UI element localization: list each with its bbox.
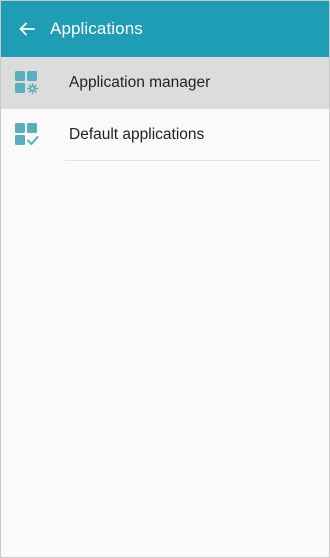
list-item-default-applications[interactable]: Default applications	[1, 109, 329, 161]
list-item-label: Application manager	[69, 74, 211, 91]
page-title: Applications	[50, 19, 143, 38]
list-item-application-manager[interactable]: Application manager	[1, 57, 329, 109]
arrow-left-icon	[19, 22, 35, 36]
list-item-label: Default applications	[69, 126, 205, 143]
grid-check-icon	[14, 122, 40, 148]
app-bar: Applications	[1, 1, 329, 57]
applications-list: Application manager Default applications	[1, 57, 329, 161]
grid-gear-icon	[14, 70, 40, 96]
screen: Applications Application manager Default…	[0, 0, 330, 558]
divider	[65, 160, 321, 161]
back-button[interactable]	[9, 1, 45, 57]
